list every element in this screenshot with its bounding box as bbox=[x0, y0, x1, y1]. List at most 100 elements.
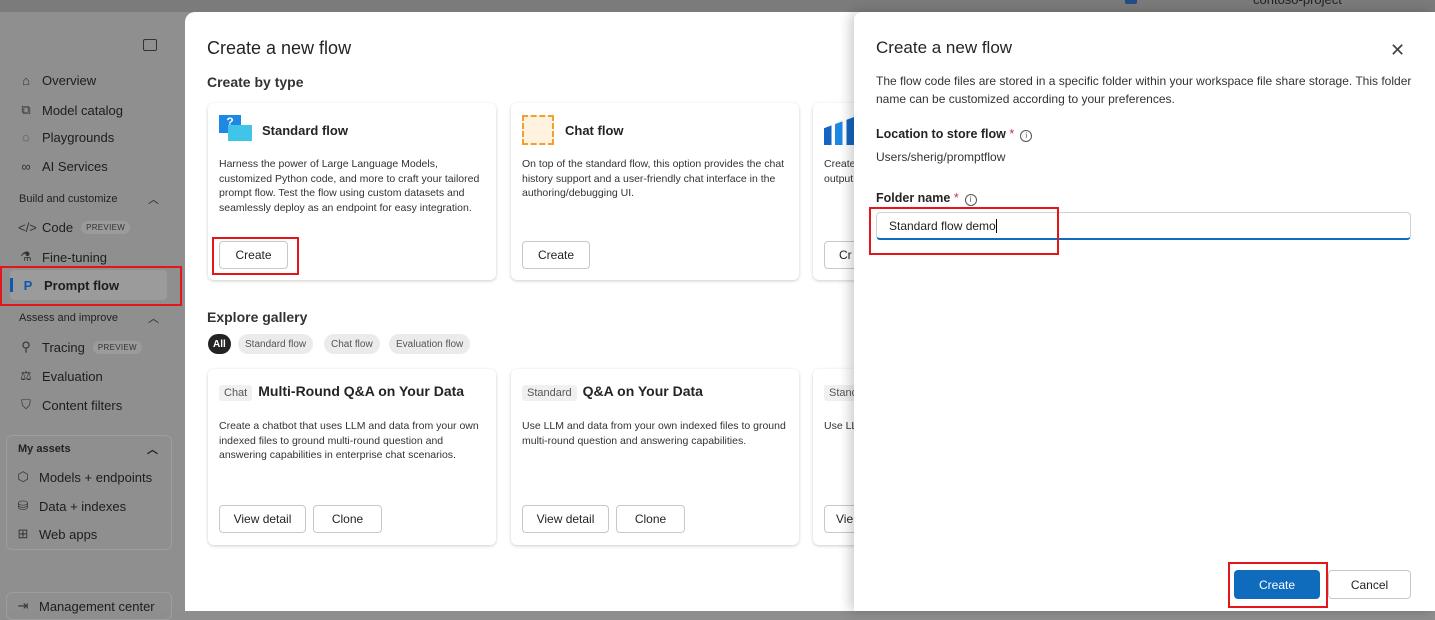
highlight-box bbox=[1228, 562, 1328, 608]
chevron-up-icon: ︿ bbox=[148, 313, 159, 325]
create-by-type-heading: Create by type bbox=[207, 74, 304, 90]
sidebar-item-models-endpoints[interactable]: ⬡ Models + endpoints bbox=[15, 469, 152, 485]
sign-in-icon: ⇥ bbox=[17, 598, 29, 613]
panel-title: Create a new flow bbox=[876, 38, 1013, 57]
section-assets[interactable]: My assets ︿ bbox=[18, 443, 158, 456]
label: Evaluation bbox=[42, 368, 103, 384]
card-title: Chat Multi-Round Q&A on Your Data bbox=[219, 383, 464, 401]
highlight-box bbox=[0, 266, 182, 306]
card-description: Harness the power of Large Language Mode… bbox=[219, 158, 480, 214]
filter-standard-flow[interactable]: Standard flow bbox=[238, 334, 314, 354]
view-detail-button[interactable]: View detail bbox=[522, 505, 609, 533]
management-row: ⇥ Management center bbox=[15, 598, 155, 614]
location-value: Users/sherig/promptflow bbox=[876, 150, 1006, 164]
card-description: Use LLM and data from your own indexed f… bbox=[522, 420, 786, 447]
label: Content filters bbox=[42, 397, 123, 413]
label: Data + indexes bbox=[39, 498, 127, 514]
required-marker: * bbox=[1009, 127, 1015, 141]
chevron-up-icon: ︿ bbox=[148, 194, 159, 206]
clone-button[interactable]: Clone bbox=[616, 505, 685, 533]
top-bar: contoso-project bbox=[0, 0, 1435, 12]
flow-type-tag: Standard bbox=[522, 385, 577, 401]
project-name[interactable]: contoso-project bbox=[1253, 0, 1342, 7]
flow-type-tag: Chat bbox=[219, 385, 253, 401]
filter-evaluation-flow[interactable]: Evaluation flow bbox=[389, 334, 471, 354]
sidebar-item-playgrounds[interactable]: ◌ Playgrounds bbox=[18, 130, 114, 145]
gallery-card: Chat Multi-Round Q&A on Your Data Create … bbox=[208, 369, 496, 545]
cube-icon: ⬡ bbox=[17, 469, 29, 484]
section-assess[interactable]: Assess and improve ︿ bbox=[19, 312, 159, 325]
cancel-button[interactable]: Cancel bbox=[1328, 570, 1411, 599]
chevron-up-icon: ︿ bbox=[147, 444, 158, 456]
section-label: My assets bbox=[18, 443, 71, 455]
preview-badge: PREVIEW bbox=[92, 340, 142, 354]
section-label: Build and customize bbox=[19, 193, 118, 205]
apps-icon: ⊞ bbox=[17, 526, 29, 541]
beaker-icon: ⚗ bbox=[20, 249, 32, 264]
sidebar-item-evaluation[interactable]: ⚖ Evaluation bbox=[18, 368, 103, 384]
home-icon: ⌂ bbox=[22, 73, 30, 88]
label: Code bbox=[42, 220, 74, 235]
sidebar-item-tracing[interactable]: ⚲ Tracing PREVIEW bbox=[18, 339, 142, 355]
close-icon[interactable]: ✕ bbox=[1390, 40, 1405, 61]
label: Management center bbox=[39, 598, 155, 614]
cube-icon: ⧉ bbox=[21, 102, 31, 117]
clone-button[interactable]: Clone bbox=[313, 505, 382, 533]
location-label: Location to store flow * i bbox=[876, 127, 1033, 142]
chat-flow-card: Chat flow On top of the standard flow, t… bbox=[511, 103, 799, 280]
panel-description: The flow code files are stored in a spec… bbox=[876, 74, 1412, 106]
info-icon[interactable]: i bbox=[964, 194, 977, 206]
sidebar: ⌂ Overview ⧉ Model catalog ◌ Playgrounds ∞ A… bbox=[0, 12, 185, 620]
shield-icon: ⛉ bbox=[21, 397, 31, 412]
sidebar-item-content-filters[interactable]: ⛉ Content filters bbox=[18, 397, 122, 413]
sidebar-item-data-indexes[interactable]: ⛁ Data + indexes bbox=[15, 498, 127, 514]
create-flow-modal: Create a new flow Create by type ? Stand… bbox=[185, 12, 1101, 611]
preview-badge: PREVIEW bbox=[81, 221, 131, 234]
create-chat-flow-button[interactable]: Create bbox=[522, 241, 590, 269]
management-center-button[interactable]: ⇥ Management center bbox=[6, 592, 172, 620]
section-label: Assess and improve bbox=[19, 312, 119, 324]
title-text: Multi-Round Q&A on Your Data bbox=[258, 383, 465, 399]
section-build[interactable]: Build and customize ︿ bbox=[19, 193, 159, 206]
card-title: Standard Q&A on Your Data bbox=[522, 383, 703, 401]
label: Model catalog bbox=[42, 102, 123, 118]
label: Tracing bbox=[42, 339, 85, 355]
filter-all[interactable]: All bbox=[208, 334, 231, 354]
evaluation-flow-icon bbox=[824, 117, 854, 145]
highlight-box bbox=[212, 237, 299, 275]
create-flow-panel: Create a new flow ✕ The flow code files … bbox=[854, 12, 1435, 611]
sidebar-item-web-apps[interactable]: ⊞ Web apps bbox=[15, 526, 98, 542]
label: Fine-tuning bbox=[42, 249, 108, 265]
tracing-icon: ⚲ bbox=[21, 339, 31, 354]
collapse-sidebar-icon[interactable] bbox=[143, 39, 157, 51]
sidebar-item-model-catalog[interactable]: ⧉ Model catalog bbox=[18, 102, 123, 118]
sidebar-item-code[interactable]: </> Code PREVIEW bbox=[18, 220, 131, 235]
sidebar-item-overview[interactable]: ⌂ Overview bbox=[18, 73, 96, 88]
modal-title: Create a new flow bbox=[207, 38, 352, 58]
filter-chat-flow[interactable]: Chat flow bbox=[324, 334, 380, 354]
card-description: Create a chatbot that uses LLM and data … bbox=[219, 420, 479, 461]
project-icon bbox=[1125, 0, 1137, 4]
code-icon: </> bbox=[18, 220, 37, 235]
gallery-card: Standard Q&A on Your Data Use LLM and dat… bbox=[511, 369, 799, 545]
sidebar-item-ai-services[interactable]: ∞ AI Services bbox=[18, 159, 108, 174]
chat-icon: ◌ bbox=[22, 130, 30, 145]
label: Models + endpoints bbox=[39, 469, 153, 485]
highlight-box bbox=[869, 207, 1059, 255]
label: Overview bbox=[42, 73, 97, 88]
view-detail-button[interactable]: View detail bbox=[219, 505, 306, 533]
label: Web apps bbox=[39, 526, 98, 542]
title-text: Q&A on Your Data bbox=[582, 383, 703, 399]
folder-name-label: Folder name * i bbox=[876, 191, 977, 206]
chat-flow-icon bbox=[522, 115, 554, 145]
card-title: Chat flow bbox=[565, 123, 624, 138]
card-description: On top of the standard flow, this option… bbox=[522, 158, 785, 199]
label-text: Folder name bbox=[876, 191, 951, 205]
sidebar-item-fine-tuning[interactable]: ⚗ Fine-tuning bbox=[18, 249, 107, 265]
info-icon[interactable]: i bbox=[1020, 130, 1033, 142]
card-title: Standard flow bbox=[262, 123, 348, 138]
scale-icon: ⚖ bbox=[20, 368, 32, 383]
label-text: Location to store flow bbox=[876, 127, 1006, 141]
label: AI Services bbox=[42, 159, 108, 174]
my-assets-group: My assets ︿ ⬡ Models + endpoints ⛁ Data + i… bbox=[6, 435, 172, 550]
